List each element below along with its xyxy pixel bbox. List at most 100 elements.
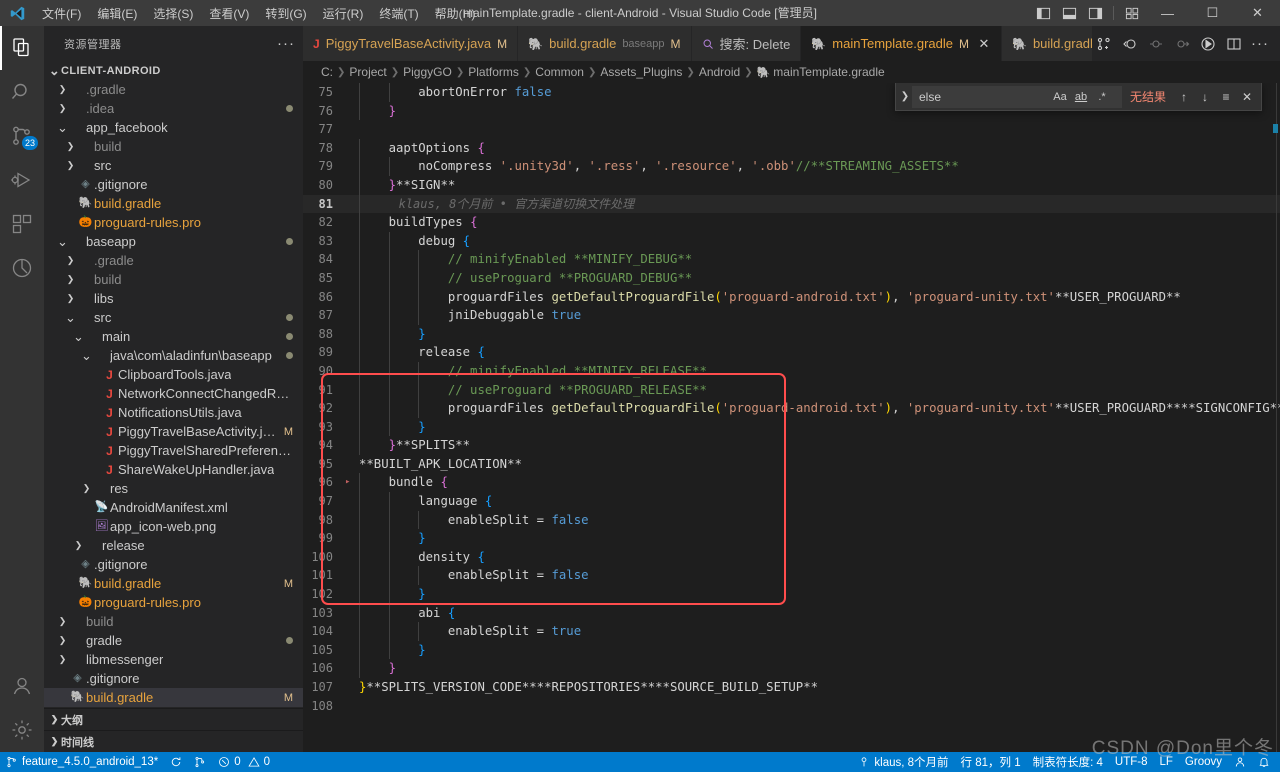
tree-root[interactable]: ⌄ CLIENT-ANDROID [44, 61, 303, 80]
breadcrumb-item[interactable]: Platforms [468, 65, 519, 79]
code-line[interactable]: 86 proguardFiles getDefaultProguardFile(… [303, 287, 1280, 307]
tree-item[interactable]: ❯JClipboardTools.java [44, 365, 303, 384]
activity-accounts[interactable] [0, 664, 44, 708]
tab-close-icon[interactable]: ✕ [977, 36, 991, 52]
tree-item[interactable]: ❯ build [44, 137, 303, 156]
match-case-icon[interactable]: Aa [1051, 88, 1069, 106]
find-in-selection-icon[interactable]: ≡ [1216, 87, 1236, 107]
activity-testing[interactable] [0, 246, 44, 290]
code-line[interactable]: 81 klaus, 8个月前 • 官方渠道切换文件处理 [303, 194, 1280, 214]
whole-word-icon[interactable]: ab [1072, 88, 1090, 106]
breadcrumb-item[interactable]: Android [699, 65, 740, 79]
code-line[interactable]: 105 } [303, 640, 1280, 660]
toggle-replace-chevron-icon[interactable]: ❯ [898, 91, 912, 102]
tree-item[interactable]: ❯ src [44, 156, 303, 175]
activity-manage-gear-icon[interactable] [0, 708, 44, 752]
find-previous-icon[interactable]: ↑ [1174, 87, 1194, 107]
find-widget[interactable]: ❯ else Aa ab .* 无结果 ↑ ↓ ≡ ✕ [894, 83, 1262, 111]
tree-item[interactable]: ❯ build [44, 270, 303, 289]
explorer-more-icon[interactable]: ··· [277, 35, 295, 52]
go-back-icon[interactable] [1118, 32, 1142, 56]
menu-4[interactable]: 转到(G) [257, 0, 314, 26]
status-feedback-smiley-icon[interactable] [1228, 752, 1252, 772]
tree-item[interactable]: ❯JPiggyTravelSharedPreferences.java [44, 441, 303, 460]
code-line[interactable]: 77 [303, 120, 1280, 139]
breakpoint-marker-icon[interactable]: ▸ [345, 473, 350, 492]
status-git-actions-icon[interactable] [188, 752, 212, 772]
code-line[interactable]: 79 noCompress '.unity3d', '.ress', '.res… [303, 157, 1280, 176]
menu-3[interactable]: 查看(V) [201, 0, 257, 26]
toggle-primary-sidebar-icon[interactable] [1030, 0, 1056, 26]
tree-item[interactable]: ⌄ app_facebook [44, 118, 303, 137]
tree-item[interactable]: ❯ gradle [44, 631, 303, 650]
tree-item[interactable]: ❯🐘build.gradleM [44, 574, 303, 593]
toggle-secondary-sidebar-icon[interactable] [1082, 0, 1108, 26]
file-tree[interactable]: ⌄ CLIENT-ANDROID ❯ .gradle ❯ .idea ⌄ app_facebo… [44, 61, 303, 708]
code-line[interactable]: 103 abi { [303, 603, 1280, 623]
code-line[interactable]: 89 release { [303, 343, 1280, 362]
tree-item[interactable]: ⌄ main [44, 327, 303, 346]
tree-item[interactable]: ⌄ baseapp [44, 232, 303, 251]
code-line[interactable]: 78 aaptOptions { [303, 138, 1280, 158]
tree-item[interactable]: ❯JNotificationsUtils.java [44, 403, 303, 422]
code-line[interactable]: 99 } [303, 529, 1280, 548]
code-line[interactable]: 94 }**SPLITS** [303, 436, 1280, 455]
menu-6[interactable]: 终端(T) [371, 0, 426, 26]
code-line[interactable]: 106 } [303, 659, 1280, 678]
menu-2[interactable]: 选择(S) [145, 0, 201, 26]
status-cursor-position[interactable]: 行 81，列 1 [955, 752, 1027, 772]
status-branch[interactable]: feature_4.5.0_android_13* [0, 752, 164, 772]
editor-viewport[interactable]: 75 abortOnError false 76 } 77 78 aaptOption… [303, 83, 1280, 752]
tree-item[interactable]: ❯🎃proguard-rules.pro [44, 593, 303, 612]
run-icon[interactable] [1196, 32, 1220, 56]
tree-item[interactable]: ❯JPiggyTravelBaseActivity.javaM [44, 422, 303, 441]
find-input[interactable]: else Aa ab .* [911, 85, 1122, 108]
activity-explorer[interactable] [0, 26, 44, 70]
activity-extensions[interactable] [0, 202, 44, 246]
close-button[interactable]: ✕ [1235, 0, 1280, 26]
activity-source-control[interactable]: 23 [0, 114, 44, 158]
code-line[interactable]: 91 // useProguard **PROGUARD_RELEASE** [303, 380, 1280, 400]
tree-item[interactable]: ❯◈.gitignore [44, 175, 303, 194]
tab-list[interactable]: J PiggyTravelBaseActivity.java M 🐘 build.gra… [303, 26, 1092, 61]
tree-item[interactable]: ❯ libmessenger [44, 650, 303, 669]
go-left-icon[interactable] [1144, 32, 1168, 56]
tree-item[interactable]: ❯◈.gitignore [44, 555, 303, 574]
tree-item[interactable]: ❯JNetworkConnectChangedReceiver.java [44, 384, 303, 403]
breadcrumb-item[interactable]: Assets_Plugins [600, 65, 682, 79]
code-line[interactable]: 93 } [303, 417, 1280, 437]
code-line[interactable]: 100 density { [303, 547, 1280, 567]
breadcrumb[interactable]: C: ❯ Project ❯ PiggyGO ❯ Platforms ❯ Common ❯ Asse… [303, 61, 1280, 83]
code-line[interactable]: 82 buildTypes { [303, 213, 1280, 232]
code-line[interactable]: 87 jniDebuggable true [303, 306, 1280, 325]
menu-7[interactable]: 帮助(H) [427, 0, 484, 26]
code-line[interactable]: 108 [303, 697, 1280, 716]
code-line[interactable]: 92 proguardFiles getDefaultProguardFile(… [303, 399, 1280, 418]
overview-ruler[interactable] [1266, 83, 1280, 752]
status-indentation[interactable]: 制表符长度: 4 [1027, 752, 1109, 772]
code-line[interactable]: 85 // useProguard **PROGUARD_DEBUG** [303, 268, 1280, 288]
tree-item[interactable]: ❯Jgradle.properties [44, 707, 303, 708]
code-line[interactable]: 107}**SPLITS_VERSION_CODE****REPOSITORIE… [303, 678, 1280, 697]
activity-run-and-debug[interactable] [0, 158, 44, 202]
menu-1[interactable]: 编辑(E) [89, 0, 145, 26]
code-line[interactable]: 101 enableSplit = false [303, 566, 1280, 586]
code-line[interactable]: 104 enableSplit = true [303, 622, 1280, 641]
tree-item[interactable]: ❯🐘build.gradleM [44, 688, 303, 707]
sidebar-section-timeline[interactable]: ❯ 时间线 [44, 730, 303, 752]
find-next-icon[interactable]: ↓ [1195, 87, 1215, 107]
code-line[interactable]: 97 language { [303, 492, 1280, 511]
status-blame[interactable]: klaus, 8个月前 [852, 752, 954, 772]
tree-item[interactable]: ❯🐘build.gradle [44, 194, 303, 213]
tree-item[interactable]: ❯🎃proguard-rules.pro [44, 213, 303, 232]
tree-item[interactable]: ❯ .gradle [44, 251, 303, 270]
code-line[interactable]: 96 ▸ bundle { [303, 473, 1280, 493]
code-line[interactable]: 84 // minifyEnabled **MINIFY_DEBUG** [303, 250, 1280, 269]
breadcrumb-item[interactable]: C: [321, 65, 333, 79]
status-language-mode[interactable]: Groovy [1179, 752, 1228, 772]
tree-item[interactable]: ❯ .idea [44, 99, 303, 118]
tab-3[interactable]: 🐘 mainTemplate.gradle M ✕ [801, 26, 1002, 61]
more-actions-icon[interactable]: ··· [1248, 32, 1272, 56]
status-encoding[interactable]: UTF-8 [1109, 752, 1154, 772]
tree-item[interactable]: ❯ .gradle [44, 80, 303, 99]
